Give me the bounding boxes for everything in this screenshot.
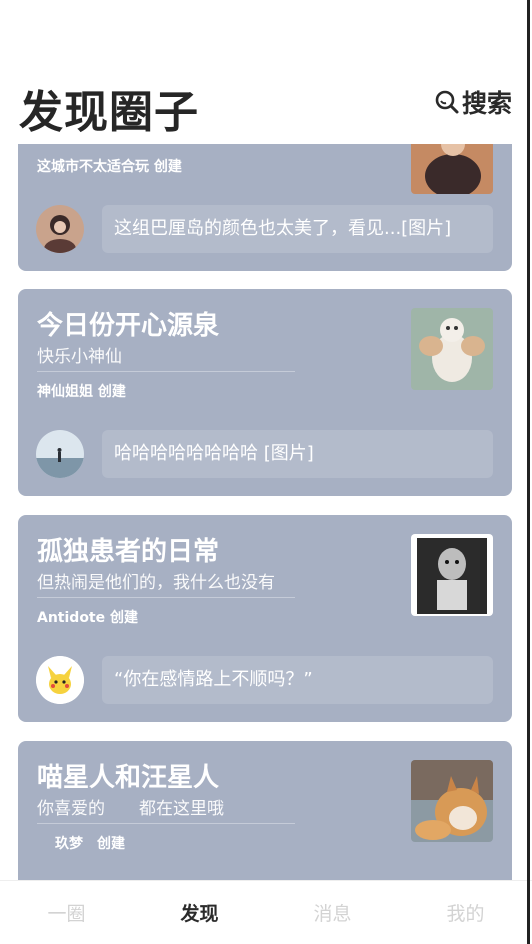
page-title: 发现圈子: [19, 87, 199, 138]
search-label: 搜索: [461, 89, 512, 118]
circle-card-happy-source[interactable]: 今日份开心源泉 快乐小神仙 神仙姐姐 创建 哈哈哈哈哈哈哈哈 [图片]: [18, 289, 512, 496]
divider: [37, 823, 295, 824]
circle-creator: Antidote 创建: [37, 610, 138, 626]
circle-creator: 玖梦 创建: [55, 836, 125, 852]
circle-creator: 这城市不太适合玩 创建: [37, 159, 182, 175]
circle-subtitle: 快乐小神仙: [37, 347, 122, 367]
tab-discover[interactable]: 发现: [133, 881, 266, 944]
page-header: 发现圈子 搜索: [0, 0, 532, 144]
member-avatar[interactable]: [36, 430, 84, 478]
member-avatar[interactable]: [36, 205, 84, 253]
tab-me[interactable]: 我的: [399, 881, 532, 944]
tab-messages[interactable]: 消息: [266, 881, 399, 944]
circle-cover-image[interactable]: [411, 760, 493, 842]
circle-title: 喵星人和汪星人: [37, 763, 220, 793]
search-icon: [435, 90, 459, 114]
circle-title: 孤独患者的日常: [37, 537, 220, 567]
latest-post-preview[interactable]: 这组巴厘岛的颜色也太美了，看见...[图片]: [102, 205, 493, 253]
circle-cover-image[interactable]: [411, 308, 493, 390]
circle-subtitle: 但热闹是他们的，我什么也没有: [37, 573, 275, 593]
circle-subtitle: 你喜爱的 都在这里哦: [37, 799, 224, 819]
search-button[interactable]: 搜索: [434, 85, 512, 119]
latest-post-preview[interactable]: “你在感情路上不顺吗？”: [102, 656, 493, 704]
discover-screen: 这城市不太适合玩 创建 这组巴厘岛的颜色也太美了，看见...[图片] 今日份开心…: [0, 0, 532, 944]
circle-card-lonely-daily[interactable]: 孤独患者的日常 但热闹是他们的，我什么也没有 Antidote 创建 “你在感情…: [18, 515, 512, 722]
circle-creator: 神仙姐姐 创建: [37, 384, 126, 400]
tab-circle[interactable]: 一圈: [0, 881, 133, 944]
circle-cover-image[interactable]: [411, 534, 493, 616]
latest-post-preview[interactable]: 哈哈哈哈哈哈哈哈 [图片]: [102, 430, 493, 478]
divider: [37, 597, 295, 598]
member-avatar[interactable]: [36, 656, 84, 704]
scrollbar[interactable]: [527, 0, 530, 944]
divider: [37, 371, 295, 372]
bottom-tab-bar: 一圈 发现 消息 我的: [0, 880, 532, 944]
circle-title: 今日份开心源泉: [37, 311, 220, 341]
